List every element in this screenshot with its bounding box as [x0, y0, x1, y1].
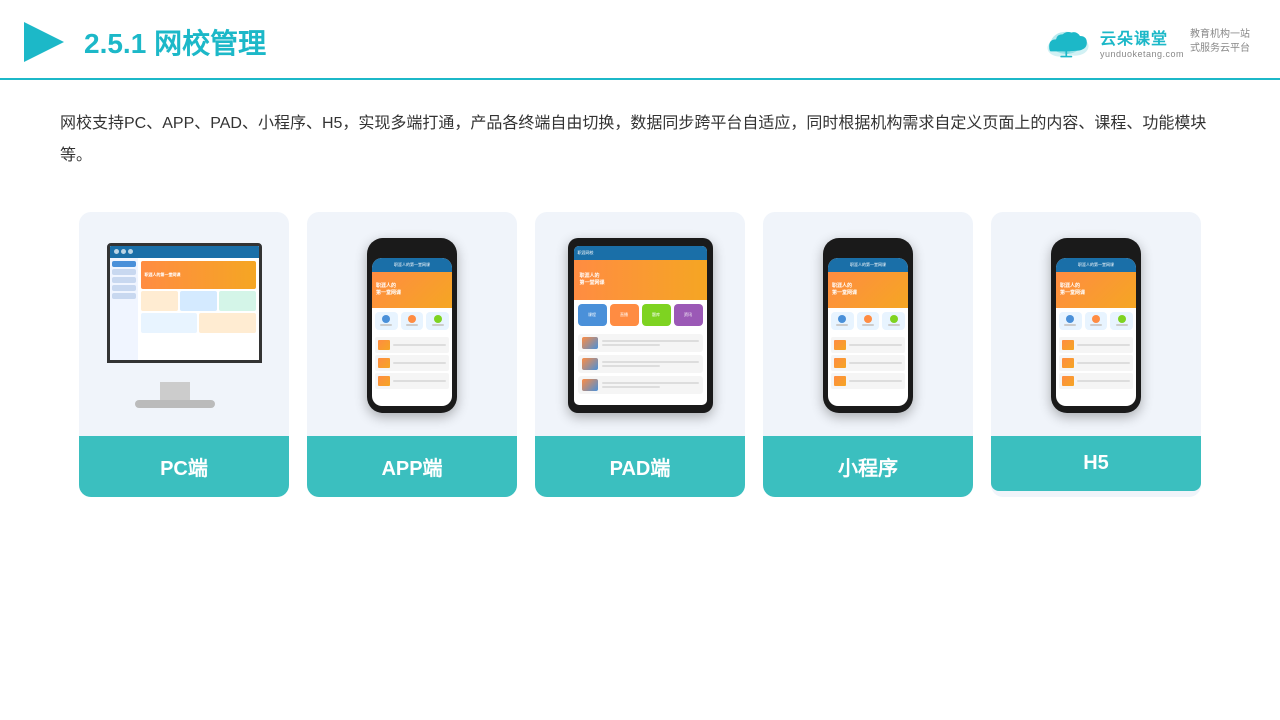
card-h5: 职涯人的第一堂网课 职涯人的第一堂网课: [991, 212, 1201, 497]
play-icon: [20, 18, 68, 66]
page-header: 2.5.1 网校管理 云朵课堂 yunduoketang.com 教育机构一站 …: [0, 0, 1280, 80]
card-miniprogram: 职涯人的第一堂网课 职涯人的第一堂网课: [763, 212, 973, 497]
description-text: 网校支持PC、APP、PAD、小程序、H5，实现多端打通，产品各终端自由切换，数…: [0, 80, 1280, 182]
logo-cloud: 云朵课堂 yunduoketang.com 教育机构一站 式服务云平台: [1042, 24, 1250, 60]
header-left: 2.5.1 网校管理: [20, 18, 266, 66]
pc-label: PC端: [79, 436, 289, 497]
app-image-area: 职涯人的第一堂网课 职涯人的第一堂网课: [317, 230, 507, 420]
logo-area: 云朵课堂 yunduoketang.com 教育机构一站 式服务云平台: [1042, 24, 1250, 60]
logo-tagline: 教育机构一站 式服务云平台: [1190, 28, 1250, 56]
app-phone-mockup: 职涯人的第一堂网课 职涯人的第一堂网课: [367, 238, 457, 413]
logo-name-cn: 云朵课堂 yunduoketang.com: [1100, 25, 1184, 59]
card-pad: 职涯网校 职涯人的第一堂网课 课程 直播 题库 资讯: [535, 212, 745, 497]
h5-image-area: 职涯人的第一堂网课 职涯人的第一堂网课: [1001, 230, 1191, 420]
miniprogram-phone-mockup: 职涯人的第一堂网课 职涯人的第一堂网课: [823, 238, 913, 413]
page-title: 2.5.1 网校管理: [84, 22, 266, 62]
cards-container: 职涯人的第一堂网课: [0, 182, 1280, 527]
card-app: 职涯人的第一堂网课 职涯人的第一堂网课: [307, 212, 517, 497]
h5-label: H5: [991, 436, 1201, 491]
pc-image-area: 职涯人的第一堂网课: [89, 230, 279, 420]
card-pc: 职涯人的第一堂网课: [79, 212, 289, 497]
app-label: APP端: [307, 436, 517, 497]
app-phone-screen: 职涯人的第一堂网课 职涯人的第一堂网课: [372, 258, 452, 406]
pad-tablet-mockup: 职涯网校 职涯人的第一堂网课 课程 直播 题库 资讯: [568, 238, 713, 413]
h5-phone-screen: 职涯人的第一堂网课 职涯人的第一堂网课: [1056, 258, 1136, 406]
miniprogram-phone-screen: 职涯人的第一堂网课 职涯人的第一堂网课: [828, 258, 908, 406]
miniprogram-label: 小程序: [763, 436, 973, 497]
pc-monitor-mockup: 职涯人的第一堂网课: [97, 243, 272, 408]
miniprogram-image-area: 职涯人的第一堂网课 职涯人的第一堂网课: [773, 230, 963, 420]
pad-image-area: 职涯网校 职涯人的第一堂网课 课程 直播 题库 资讯: [545, 230, 735, 420]
h5-phone-mockup: 职涯人的第一堂网课 职涯人的第一堂网课: [1051, 238, 1141, 413]
pad-label: PAD端: [535, 436, 745, 497]
cloud-icon: [1042, 24, 1094, 60]
monitor-screen: 职涯人的第一堂网课: [107, 243, 262, 363]
pad-tablet-screen: 职涯网校 职涯人的第一堂网课 课程 直播 题库 资讯: [574, 246, 707, 405]
